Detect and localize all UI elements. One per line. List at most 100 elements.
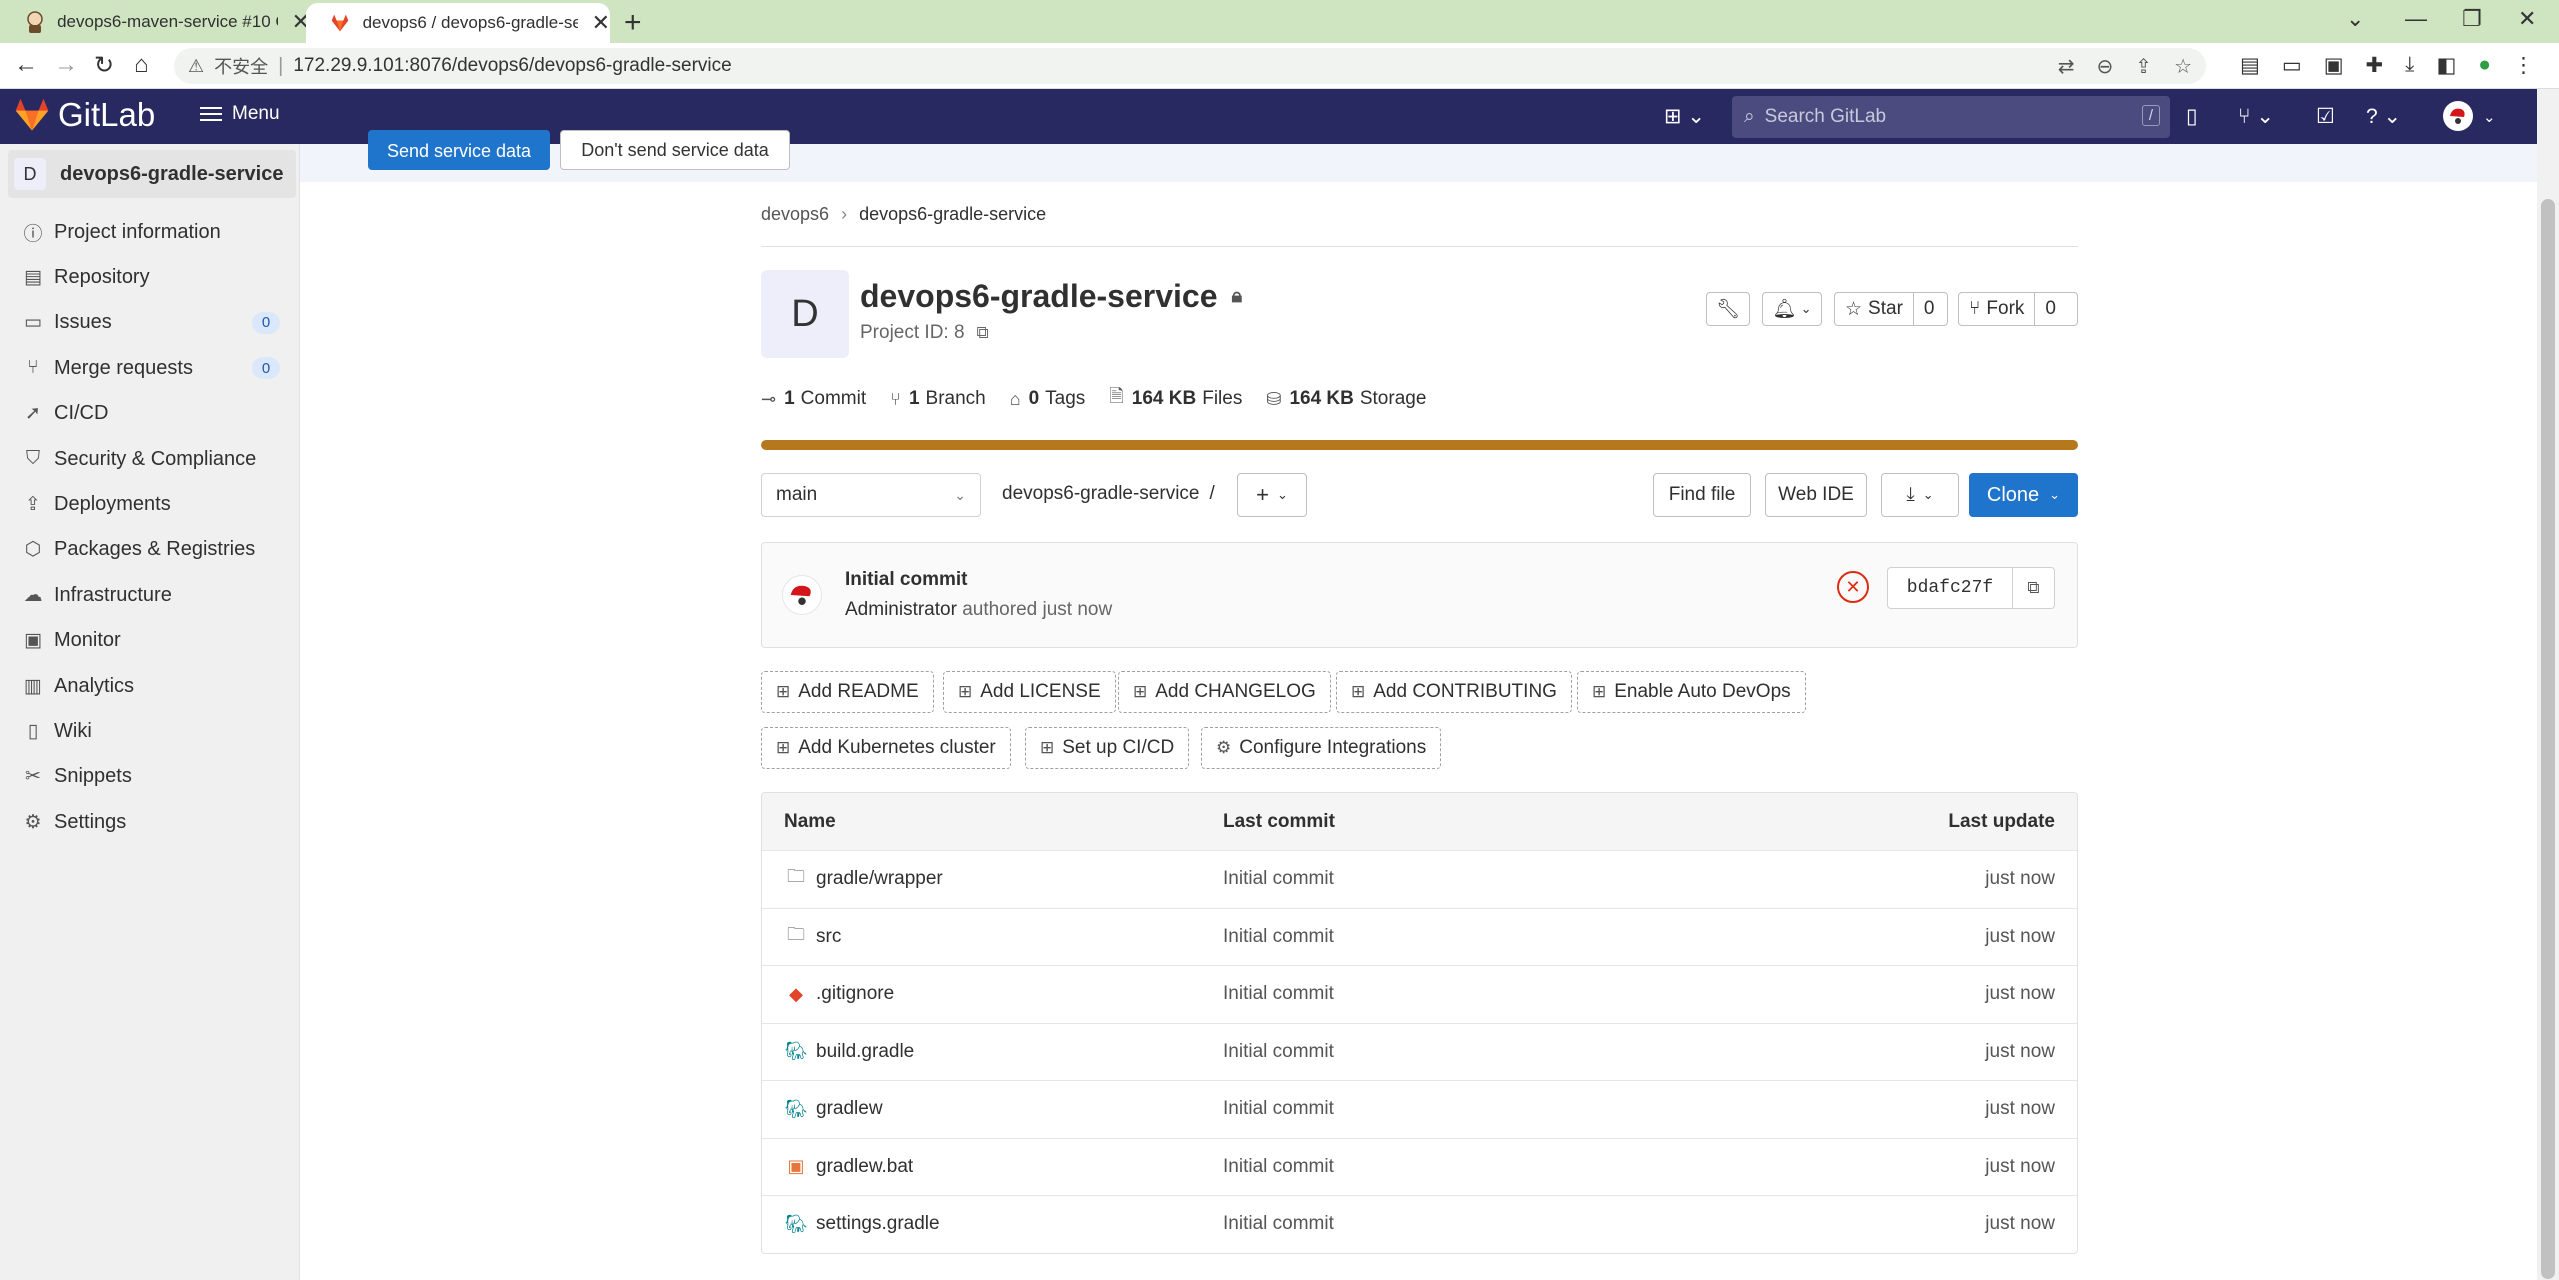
- add-readme-button[interactable]: ⊞ Add README: [761, 671, 934, 713]
- table-row[interactable]: 🗀︎ gradle/wrapper Initial commit just now: [762, 850, 2077, 908]
- breadcrumb-project[interactable]: devops6-gradle-service: [859, 204, 1046, 225]
- browser-tab-active[interactable]: devops6 / devops6-gradle-ser ✕: [306, 3, 610, 43]
- share-icon[interactable]: ⇪: [2135, 54, 2152, 79]
- file-name-cell[interactable]: ▣ gradlew.bat: [784, 1156, 913, 1178]
- add-contributing-button[interactable]: ⊞ Add CONTRIBUTING: [1336, 671, 1572, 713]
- file-last-commit[interactable]: Initial commit: [1223, 926, 1334, 948]
- commits-stat[interactable]: ⊸ 1 Commit: [761, 384, 866, 414]
- add-kubernetes-cluster-button[interactable]: ⊞ Add Kubernetes cluster: [761, 727, 1011, 769]
- reload-icon[interactable]: ↻: [94, 51, 114, 80]
- sidebar-item-issues[interactable]: ▭ Issues 0: [0, 301, 300, 345]
- file-name-cell[interactable]: ◆ .gitignore: [784, 983, 894, 1005]
- file-name[interactable]: build.gradle: [816, 1041, 914, 1063]
- web-ide-button[interactable]: Web IDE: [1765, 473, 1867, 517]
- sidebar-item-ci-cd[interactable]: ➚ CI/CD: [0, 392, 300, 436]
- pipeline-failed-icon[interactable]: ✕: [1837, 571, 1869, 603]
- sidebar-item-analytics[interactable]: ▥ Analytics: [0, 664, 300, 708]
- send-service-data-button[interactable]: Send service data: [368, 130, 550, 170]
- file-last-commit[interactable]: Initial commit: [1223, 1041, 1334, 1063]
- file-last-commit[interactable]: Initial commit: [1223, 983, 1334, 1005]
- profile-icon[interactable]: ●: [2478, 53, 2491, 78]
- sidebar-item-repository[interactable]: ▤ Repository: [0, 255, 300, 299]
- file-name[interactable]: src: [816, 926, 841, 948]
- clone-button[interactable]: Clone ⌄: [1969, 473, 2078, 517]
- issues-icon[interactable]: ▯: [2186, 104, 2198, 129]
- file-name-cell[interactable]: 🗀︎ src: [784, 922, 841, 952]
- minimize-icon[interactable]: —: [2405, 6, 2427, 32]
- sidebar-item-security-compliance[interactable]: ⛉ Security & Compliance: [0, 437, 300, 481]
- add-changelog-button[interactable]: ⊞ Add CHANGELOG: [1118, 671, 1331, 713]
- user-avatar[interactable]: [2443, 101, 2473, 131]
- extension-icon[interactable]: ▤: [2240, 53, 2260, 78]
- kebab-menu-icon[interactable]: ⋮: [2513, 53, 2534, 78]
- commit-author-avatar[interactable]: [782, 575, 822, 615]
- setup-cicd-button[interactable]: ⊞ Set up CI/CD: [1025, 727, 1190, 769]
- back-icon[interactable]: ←: [14, 51, 38, 79]
- dont-send-service-data-button[interactable]: Don't send service data: [560, 130, 790, 170]
- commit-author[interactable]: Administrator: [845, 599, 957, 620]
- commit-sha[interactable]: bdafc27f: [1888, 568, 2013, 608]
- gitlab-logo[interactable]: GitLab: [14, 96, 155, 134]
- file-name[interactable]: gradle/wrapper: [816, 868, 943, 890]
- sidebar-icon[interactable]: ◧: [2436, 53, 2456, 78]
- storage-stat[interactable]: ⛁ 164 KB Storage: [1266, 384, 1426, 414]
- translate-icon[interactable]: ⇄: [2058, 54, 2075, 79]
- file-name-cell[interactable]: 🐘︎ build.gradle: [784, 1041, 915, 1063]
- browser-tab[interactable]: devops6-maven-service #10 C ✕: [0, 0, 310, 43]
- branch-selector[interactable]: main ⌄: [761, 473, 981, 517]
- sidebar-item-wiki[interactable]: ▯ Wiki: [0, 709, 300, 753]
- restore-icon[interactable]: ❐: [2462, 6, 2482, 32]
- sidebar-item-merge-requests[interactable]: ⑂ Merge requests 0: [0, 346, 300, 390]
- file-name[interactable]: gradlew: [816, 1098, 883, 1120]
- table-row[interactable]: 🗀︎ src Initial commit just now: [762, 907, 2077, 966]
- sidebar-item-settings[interactable]: ⚙ Settings: [0, 800, 300, 844]
- sidebar-item-infrastructure[interactable]: ☁ Infrastructure: [0, 573, 300, 617]
- sidebar-item-project-information[interactable]: ⓘ Project information: [0, 210, 300, 254]
- settings-wrench-button[interactable]: 🔧︎: [1706, 292, 1750, 326]
- file-name[interactable]: gradlew.bat: [816, 1156, 913, 1178]
- table-row[interactable]: ◆ .gitignore Initial commit just now: [762, 965, 2077, 1023]
- table-row[interactable]: ▣ gradlew.bat Initial commit just now: [762, 1137, 2077, 1196]
- copy-icon[interactable]: ⧉: [977, 323, 989, 343]
- close-tab-icon[interactable]: ✕: [592, 10, 610, 36]
- sidebar-project-header[interactable]: D devops6-gradle-service: [8, 150, 296, 198]
- search-input[interactable]: ⌕ Search GitLab /: [1732, 96, 2170, 138]
- sidebar-item-snippets[interactable]: ✂ Snippets: [0, 755, 300, 799]
- url-text[interactable]: 172.29.9.101:8076/devops6/devops6-gradle…: [293, 55, 731, 77]
- new-tab-icon[interactable]: +: [624, 6, 642, 40]
- file-name-cell[interactable]: 🐘︎ gradlew: [784, 1098, 883, 1120]
- commit-message[interactable]: Initial commit: [845, 569, 967, 591]
- extension-icon[interactable]: ▭: [2282, 53, 2302, 78]
- close-window-icon[interactable]: ✕: [2518, 6, 2536, 32]
- branches-stat[interactable]: ⑂ 1 Branch: [890, 384, 986, 414]
- enable-auto-devops-button[interactable]: ⊞ Enable Auto DevOps: [1577, 671, 1806, 713]
- sidebar-item-packages-registries[interactable]: ⬡ Packages & Registries: [0, 528, 300, 572]
- extension-icon[interactable]: ▣: [2324, 53, 2344, 78]
- merge-requests-icon[interactable]: ⑂ ⌄: [2238, 104, 2274, 129]
- add-license-button[interactable]: ⊞ Add LICENSE: [943, 671, 1116, 713]
- download-button[interactable]: ⤓ ⌄: [1881, 473, 1959, 517]
- help-icon[interactable]: ? ⌄: [2366, 104, 2401, 129]
- notifications-button[interactable]: 🔔︎ ⌄: [1762, 292, 1822, 326]
- forward-icon[interactable]: →: [54, 51, 78, 79]
- star-button[interactable]: ☆ Star 0: [1834, 292, 1948, 326]
- warning-icon[interactable]: ⚠: [188, 56, 204, 77]
- configure-integrations-button[interactable]: ⚙ Configure Integrations: [1201, 727, 1442, 769]
- main-menu-button[interactable]: Menu: [200, 103, 280, 125]
- address-bar[interactable]: ⚠ 不安全 | 172.29.9.101:8076/devops6/devops…: [174, 48, 2206, 84]
- download-icon[interactable]: ⤓: [2405, 53, 2414, 78]
- file-last-commit[interactable]: Initial commit: [1223, 1098, 1334, 1120]
- bookmark-star-icon[interactable]: ☆: [2174, 54, 2192, 79]
- file-name[interactable]: settings.gradle: [816, 1213, 940, 1235]
- breadcrumb-group[interactable]: devops6: [761, 204, 829, 225]
- scrollbar-thumb[interactable]: [2541, 199, 2555, 1279]
- tags-stat[interactable]: ⌂ 0 Tags: [1010, 384, 1086, 414]
- file-last-commit[interactable]: Initial commit: [1223, 1213, 1334, 1235]
- todos-icon[interactable]: ☑: [2316, 104, 2335, 129]
- sidebar-item-deployments[interactable]: ⇪ Deployments: [0, 482, 300, 526]
- file-name-cell[interactable]: 🗀︎ gradle/wrapper: [784, 864, 943, 894]
- fork-count[interactable]: 0: [2035, 293, 2066, 325]
- file-last-commit[interactable]: Initial commit: [1223, 1156, 1334, 1178]
- fork-button[interactable]: ⑂ Fork 0: [1958, 292, 2078, 326]
- file-name[interactable]: .gitignore: [816, 983, 894, 1005]
